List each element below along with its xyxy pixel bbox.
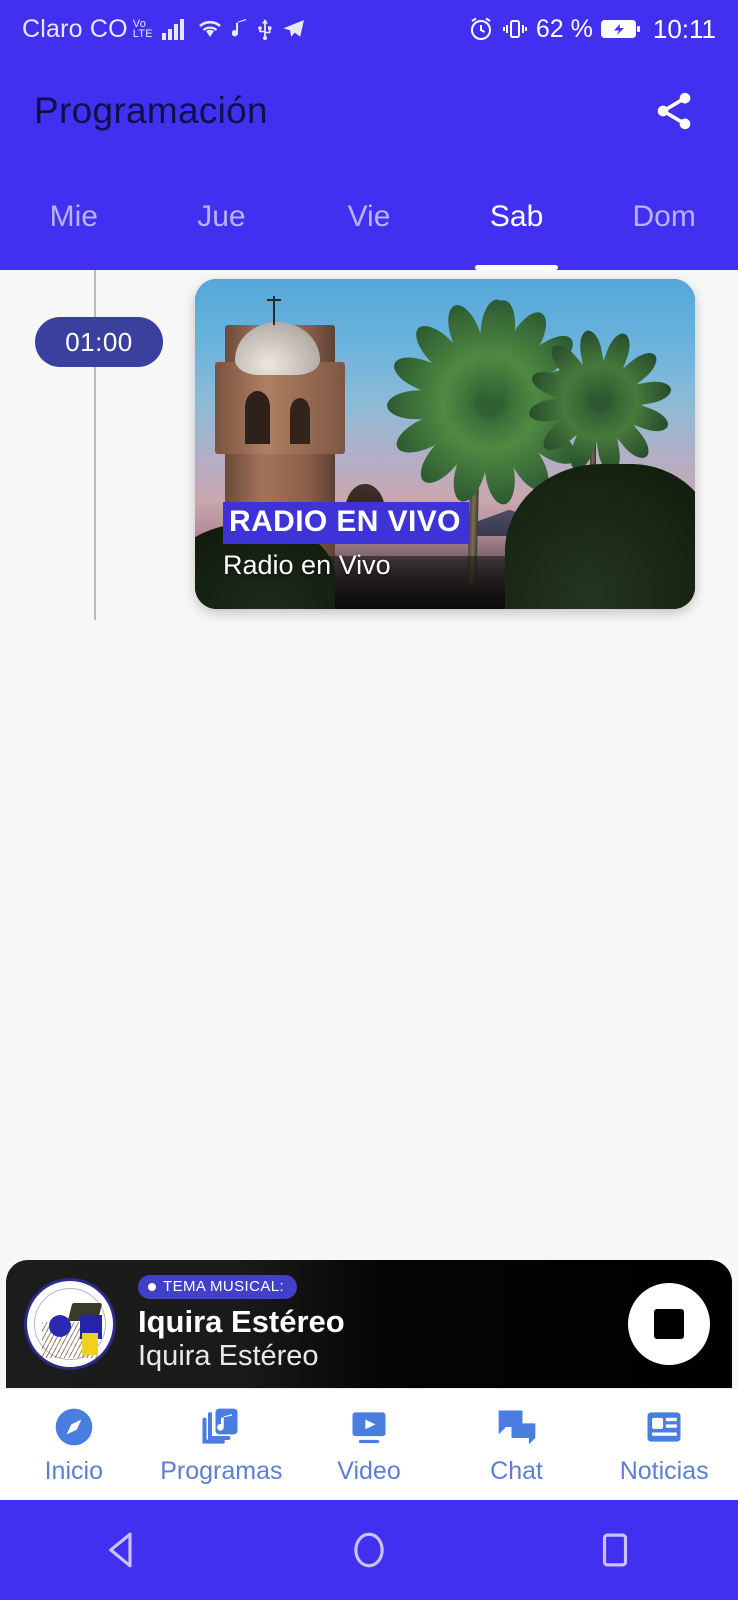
- android-home-button[interactable]: [324, 1515, 414, 1585]
- player-text-group: TEMA MUSICAL: Iquira Estéreo Iquira Esté…: [138, 1275, 345, 1372]
- stop-button[interactable]: [628, 1283, 710, 1365]
- signal-icon: [161, 18, 188, 40]
- app-bar-actions: [644, 81, 704, 141]
- bottom-navigation: Inicio Programas Video Chat Noticias: [0, 1388, 738, 1500]
- logo-yellow-shape: [82, 1332, 99, 1355]
- tab-mie[interactable]: Mie: [0, 163, 148, 270]
- station-logo: [24, 1278, 116, 1370]
- belfry-arch-2: [290, 397, 310, 444]
- status-bar-right: 62 % 10:11: [468, 14, 716, 45]
- phone-screen: Claro CO Vo LTE 62 % 10:11 Programación …: [0, 0, 738, 1600]
- church-cross: [267, 295, 281, 326]
- nav-item-chat[interactable]: Chat: [443, 1404, 591, 1486]
- battery-icon: [600, 18, 641, 40]
- tema-musical-badge: TEMA MUSICAL:: [138, 1275, 298, 1300]
- tab-label: Mie: [49, 199, 98, 233]
- nav-item-programas[interactable]: Programas: [148, 1404, 296, 1486]
- share-button[interactable]: [644, 81, 704, 141]
- recents-square-icon: [602, 1533, 628, 1567]
- battery-percent-label: 62 %: [535, 14, 593, 43]
- telegram-icon: [282, 18, 306, 40]
- status-bar-left: Claro CO Vo LTE: [22, 15, 306, 44]
- tab-label: Jue: [197, 199, 246, 233]
- tab-label: Vie: [347, 199, 391, 233]
- usb-icon: [257, 18, 273, 40]
- tab-vie[interactable]: Vie: [295, 163, 443, 270]
- tema-musical-label: TEMA MUSICAL:: [163, 1278, 285, 1296]
- volte-icon: Vo LTE: [132, 18, 153, 40]
- stop-icon: [654, 1309, 684, 1339]
- tab-label: Sab: [489, 199, 544, 233]
- nav-item-video[interactable]: Video: [295, 1404, 443, 1486]
- program-title: RADIO EN VIVO: [223, 502, 469, 544]
- android-navigation-bar: [0, 1500, 738, 1600]
- track-title: Iquira Estéreo: [138, 1304, 345, 1340]
- belfry-arch: [245, 391, 270, 444]
- android-back-button[interactable]: [78, 1515, 168, 1585]
- slot-time-badge: 01:00: [35, 317, 163, 367]
- page-title: Programación: [34, 89, 268, 131]
- player-bar[interactable]: TEMA MUSICAL: Iquira Estéreo Iquira Esté…: [6, 1260, 732, 1388]
- player-actions: [628, 1283, 710, 1365]
- volte-bottom-label: LTE: [132, 28, 153, 40]
- tab-dom[interactable]: Dom: [590, 163, 738, 270]
- live-dot-icon: [148, 1282, 156, 1291]
- nav-label: Video: [337, 1456, 401, 1485]
- app-bar: Programación: [0, 58, 738, 163]
- day-tabs: Mie Jue Vie Sab Dom: [0, 163, 738, 270]
- nav-item-noticias[interactable]: Noticias: [590, 1404, 738, 1486]
- nav-label: Programas: [160, 1456, 283, 1485]
- church-belfry: [215, 361, 345, 454]
- nav-label: Inicio: [44, 1456, 103, 1485]
- music-library-icon: [198, 1404, 244, 1450]
- news-article-icon: [641, 1404, 687, 1450]
- back-triangle-icon: [109, 1532, 132, 1568]
- program-card[interactable]: RADIO EN VIVO Radio en Vivo: [195, 279, 695, 609]
- tab-jue[interactable]: Jue: [148, 163, 296, 270]
- status-bar: Claro CO Vo LTE 62 % 10:11: [0, 0, 738, 58]
- android-recents-button[interactable]: [570, 1515, 660, 1585]
- home-circle-icon: [354, 1532, 384, 1568]
- schedule-list: 01:00 RADIO EN VIVO Radio en Vivo TEMA M…: [0, 270, 738, 1388]
- chat-bubbles-icon: [494, 1404, 540, 1450]
- wifi-icon: [197, 18, 223, 40]
- palm-crown-secondary: [525, 325, 675, 475]
- track-subtitle: Iquira Estéreo: [138, 1340, 319, 1373]
- alarm-icon: [468, 16, 494, 42]
- nav-label: Chat: [490, 1456, 543, 1485]
- tab-sab[interactable]: Sab: [443, 163, 591, 270]
- program-card-overlay: RADIO EN VIVO Radio en Vivo: [195, 502, 695, 609]
- nav-label: Noticias: [619, 1456, 709, 1485]
- tab-label: Dom: [632, 199, 696, 233]
- video-play-icon: [346, 1404, 392, 1450]
- vibrate-icon: [502, 17, 528, 41]
- share-icon: [657, 92, 691, 129]
- program-subtitle: Radio en Vivo: [223, 550, 391, 580]
- clock-label: 10:11: [652, 13, 716, 44]
- music-note-icon: [231, 18, 248, 40]
- nav-item-inicio[interactable]: Inicio: [0, 1404, 148, 1486]
- compass-icon: [51, 1404, 97, 1450]
- carrier-label: Claro CO: [22, 14, 128, 43]
